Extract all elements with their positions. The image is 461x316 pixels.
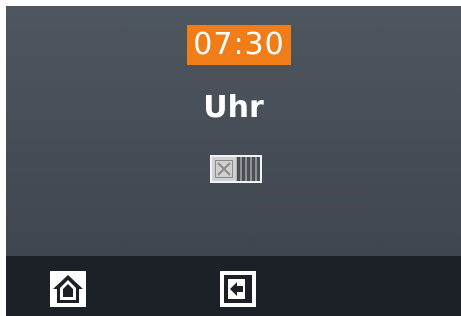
exit-icon — [220, 271, 256, 307]
device-display: 07:30 Uhr — [6, 6, 461, 316]
clock-toggle-switch[interactable] — [210, 155, 262, 183]
cross-icon — [215, 160, 233, 178]
toggle-off-knob — [212, 157, 237, 181]
home-button[interactable] — [49, 270, 87, 308]
page-title: Uhr — [203, 90, 264, 125]
toggle-track — [237, 157, 260, 181]
main-screen: 07:30 Uhr — [6, 6, 461, 256]
home-icon — [50, 271, 86, 307]
exit-button[interactable] — [219, 270, 257, 308]
time-display[interactable]: 07:30 — [187, 25, 291, 65]
bottom-navigation-bar — [6, 256, 461, 316]
